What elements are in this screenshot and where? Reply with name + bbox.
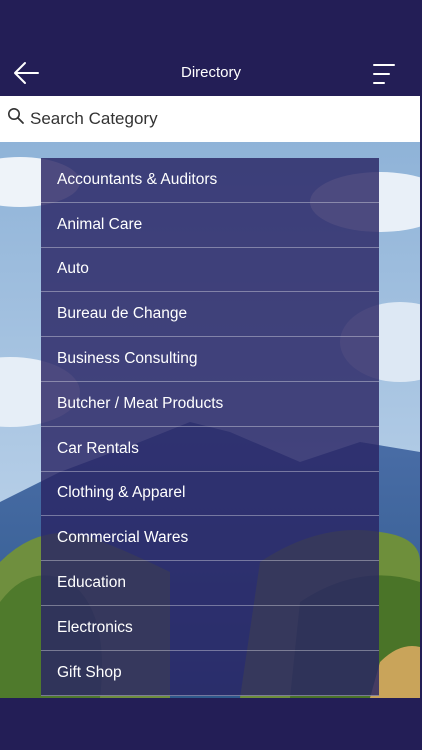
category-item[interactable]: Car Rentals bbox=[41, 427, 379, 472]
category-dropdown: Accountants & Auditors Animal Care Auto … bbox=[41, 158, 379, 696]
category-item[interactable]: Gift Shop bbox=[41, 651, 379, 696]
search-icon bbox=[8, 108, 24, 124]
status-bar bbox=[0, 0, 422, 50]
page-title: Directory bbox=[180, 64, 241, 81]
category-item[interactable]: Electronics bbox=[41, 606, 379, 651]
category-item[interactable]: Accountants & Auditors bbox=[41, 158, 379, 203]
category-item[interactable]: Education bbox=[41, 561, 379, 606]
category-item[interactable]: Clothing & Apparel bbox=[41, 472, 379, 517]
category-item[interactable]: Animal Care bbox=[41, 203, 379, 248]
category-item[interactable]: Butcher / Meat Products bbox=[41, 382, 379, 427]
navigation-bar: Directory bbox=[0, 50, 422, 96]
menu-icon bbox=[373, 64, 395, 84]
category-item[interactable]: Bureau de Change bbox=[41, 292, 379, 338]
menu-button[interactable] bbox=[370, 60, 398, 88]
search-input[interactable] bbox=[30, 104, 410, 134]
search-bar bbox=[0, 96, 420, 142]
category-item[interactable]: Business Consulting bbox=[41, 337, 379, 382]
category-item[interactable]: Auto bbox=[41, 248, 379, 293]
bottom-bar bbox=[0, 698, 422, 750]
category-item[interactable]: Commercial Wares bbox=[41, 516, 379, 562]
